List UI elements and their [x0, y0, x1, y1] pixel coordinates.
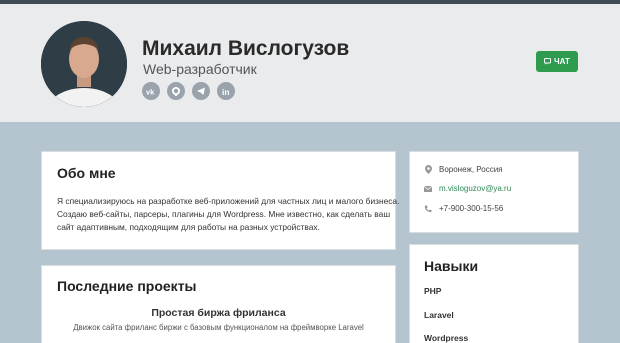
github-icon[interactable]	[167, 82, 185, 100]
profile-role: Web-разработчик	[143, 61, 257, 77]
contact-location-text: Воронеж, Россия	[439, 165, 503, 174]
skill-item: Wordpress	[424, 333, 469, 343]
contacts-card: Воронеж, Россия m.visloguzov@ya.ru +7-90…	[409, 151, 579, 233]
skills-card: Навыки PHP Laravel Wordpress	[409, 244, 579, 343]
skill-item: PHP	[424, 286, 442, 296]
about-line: Я специализируюсь на разработке веб-прил…	[57, 196, 400, 206]
projects-title: Последние проекты	[57, 278, 197, 294]
about-title: Обо мне	[57, 165, 116, 181]
phone-icon	[424, 205, 432, 213]
skills-title: Навыки	[424, 258, 479, 274]
profile-name: Михаил Вислогузов	[142, 37, 350, 60]
telegram-icon[interactable]	[192, 82, 210, 100]
about-text: Я специализируюсь на разработке веб-прил…	[57, 195, 400, 234]
project-description: Движок сайта фриланс биржи с базовым фун…	[73, 323, 364, 332]
project-name[interactable]: Простая биржа фриланса	[42, 307, 395, 319]
envelope-icon	[424, 185, 432, 192]
svg-text:in: in	[222, 87, 230, 96]
contact-phone: +7-900-300-15-56	[424, 204, 503, 213]
about-card: Обо мне Я специализируюсь на разработке …	[41, 151, 400, 250]
map-marker-icon	[424, 165, 432, 174]
social-links: vk in	[142, 82, 235, 100]
vk-icon[interactable]: vk	[142, 82, 160, 100]
skill-item: Laravel	[424, 310, 454, 320]
contact-phone-text: +7-900-300-15-56	[439, 204, 504, 213]
projects-card: Последние проекты Простая биржа фриланса…	[41, 265, 396, 343]
contact-location: Воронеж, Россия	[424, 165, 503, 174]
profile-header: Михаил Вислогузов Web-разработчик vk in …	[0, 4, 620, 122]
linkedin-icon[interactable]: in	[217, 82, 235, 100]
avatar	[41, 21, 127, 107]
chat-button[interactable]: ЧАТ	[536, 51, 578, 72]
contact-email[interactable]: m.visloguzov@ya.ru	[424, 184, 511, 193]
chat-icon	[544, 58, 552, 65]
svg-text:vk: vk	[146, 88, 155, 95]
chat-button-label: ЧАТ	[554, 57, 570, 66]
about-line: Создаю веб-сайты, парсеры, плагины для W…	[57, 209, 391, 219]
contact-email-link[interactable]: m.visloguzov@ya.ru	[439, 184, 511, 193]
about-line: сайт адаптивным, подходящим для работы н…	[57, 222, 320, 232]
